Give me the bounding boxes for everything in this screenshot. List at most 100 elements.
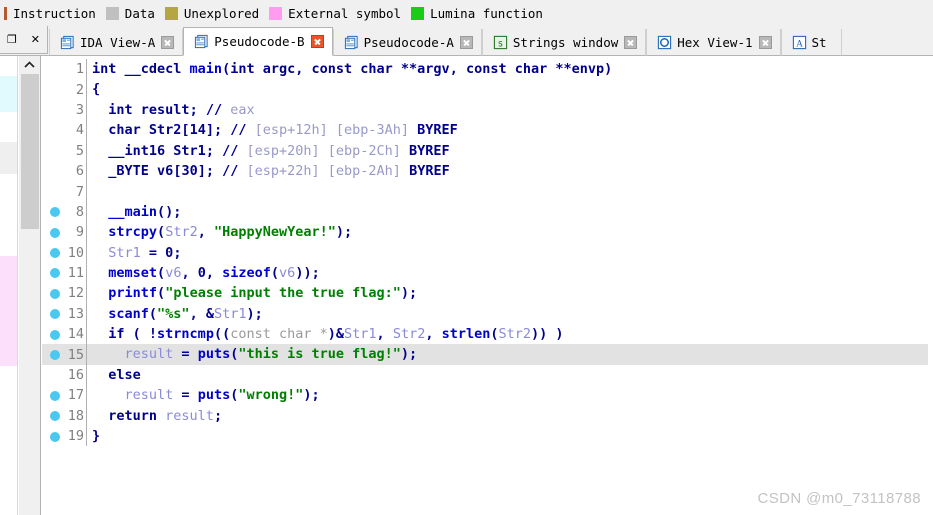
navigator-color-strip[interactable] (0, 56, 18, 515)
tab-pseudocode-b[interactable]: Pseudocode-B (183, 27, 333, 56)
code-line[interactable]: 18 return result; (42, 405, 933, 427)
close-window-button[interactable]: ✕ (31, 34, 40, 45)
close-icon[interactable] (459, 35, 473, 49)
vertical-scrollbar[interactable] (19, 56, 41, 515)
close-icon[interactable] (624, 35, 638, 49)
code-line-list: 1 int __cdecl main(int argc, const char *… (42, 59, 933, 447)
code-line[interactable]: 15 result = puts("this is true flag!"); (42, 344, 928, 365)
code-text: _BYTE v6[30]; // [esp+22h] [ebp-2Ah] BYR… (87, 161, 449, 181)
code-token: , (197, 224, 214, 241)
breakpoint-marker-icon[interactable] (50, 329, 60, 340)
code-token: (( (213, 326, 231, 343)
navigator-band (0, 256, 17, 366)
code-token: 0 (197, 264, 206, 281)
breakpoint-marker-icon[interactable] (50, 227, 60, 238)
hex-view-icon (658, 35, 672, 49)
code-token: , (425, 326, 442, 343)
breakpoint-marker-icon[interactable] (50, 288, 60, 299)
code-line[interactable]: 8 __main(); (42, 201, 933, 223)
chevron-up-icon (24, 61, 35, 68)
legend-entry: External symbol (269, 6, 401, 21)
code-line[interactable]: 9 strcpy(Str2, "HappyNewYear!"); (42, 222, 933, 243)
code-token: )); (295, 264, 320, 281)
code-token: // (230, 122, 255, 139)
restore-window-button[interactable]: ❐ (7, 34, 17, 45)
code-token: __main (108, 203, 158, 220)
tab-pseudocode-a[interactable]: Pseudocode-A (332, 29, 482, 56)
pseudocode-pane[interactable]: 1 int __cdecl main(int argc, const char *… (42, 56, 933, 515)
legend-swatch-instruction (4, 6, 7, 20)
structures-icon: A (792, 35, 806, 49)
code-line[interactable]: 7 (42, 181, 933, 202)
tab-strings-window[interactable]: s Strings window (481, 29, 647, 56)
code-line[interactable]: 14 if ( !strncmp((const char *)&Str1, St… (42, 324, 933, 345)
code-token: , (205, 264, 223, 281)
code-token: ); (335, 224, 353, 241)
code-line[interactable]: 2{ (42, 79, 933, 100)
line-number: 14 (67, 326, 84, 343)
scroll-up-button[interactable] (19, 56, 40, 73)
close-icon-active-tab[interactable] (310, 35, 324, 48)
line-number: 7 (75, 183, 84, 200)
code-token: ; (205, 142, 223, 159)
code-token: memset (108, 264, 158, 281)
close-icon[interactable] (758, 35, 772, 49)
navigator-band (0, 112, 17, 142)
code-line[interactable]: 12 printf("please input the true flag:")… (42, 283, 933, 304)
tab-st[interactable]: A St (780, 29, 842, 56)
tab-ida-view-a[interactable]: IDA View-A (49, 29, 184, 56)
code-token: const char (311, 61, 401, 77)
code-line[interactable]: 17 result = puts("wrong!"); (42, 385, 933, 406)
code-line[interactable]: 13 scanf("%s", &Str1); (42, 303, 933, 325)
line-number: 8 (75, 203, 84, 220)
code-line[interactable]: 4 char Str2[14]; // [esp+12h] [ebp-3Ah] … (42, 120, 933, 141)
legend-label: Unexplored (183, 5, 260, 21)
code-token: )& (327, 326, 345, 343)
code-line[interactable]: 3 int result; // eax (42, 99, 933, 121)
line-number: 6 (75, 163, 84, 180)
code-token: Str1 (108, 244, 141, 261)
code-token: 14 (189, 122, 206, 139)
close-icon[interactable] (161, 35, 175, 49)
code-token: ; (189, 101, 206, 118)
line-number: 5 (75, 142, 84, 159)
breakpoint-marker-icon[interactable] (50, 390, 60, 401)
breakpoint-marker-icon[interactable] (50, 349, 60, 360)
code-token: int (92, 61, 125, 77)
code-line[interactable]: 1 int __cdecl main(int argc, const char *… (42, 59, 933, 80)
line-number: 11 (67, 265, 84, 282)
code-token: Str2 (498, 326, 532, 343)
breakpoint-marker-icon[interactable] (50, 248, 60, 259)
code-token: ]; (205, 122, 231, 139)
line-number: 1 (75, 61, 84, 78)
tab-label: Pseudocode-B (214, 34, 305, 49)
code-line[interactable]: 5 __int16 Str1; // [esp+20h] [ebp-2Ch] B… (42, 140, 933, 161)
code-token: // (222, 142, 247, 159)
code-token: [esp+22h] [ebp-2Ah] (246, 162, 410, 179)
code-line[interactable]: 6 _BYTE v6[30]; // [esp+22h] [ebp-2Ah] B… (42, 160, 933, 182)
scrollbar-thumb[interactable] (21, 74, 39, 229)
code-text: __main(); (87, 202, 181, 222)
code-line[interactable]: 19} (42, 426, 933, 447)
code-line[interactable]: 16 else (42, 364, 933, 386)
tab-list: IDA View-A Pseudocode-B Pseudocode-A s Strin… (49, 26, 842, 56)
code-line[interactable]: 10 Str1 = 0; (42, 242, 933, 263)
svg-text:s: s (498, 38, 504, 49)
code-text: } (87, 426, 100, 446)
line-number: 16 (67, 367, 84, 384)
code-token: ); (400, 285, 418, 302)
breakpoint-marker-icon[interactable] (50, 431, 60, 442)
tab-hex-view-1[interactable]: Hex View-1 (646, 29, 781, 56)
code-token: printf (108, 285, 158, 302)
code-text: if ( !strncmp((const char *)&Str1, Str2,… (87, 324, 563, 344)
code-token: , (376, 326, 393, 343)
code-token: ); (400, 346, 418, 363)
code-token: __int16 (108, 142, 174, 159)
code-line[interactable]: 11 memset(v6, 0, sizeof(v6)); (42, 262, 933, 284)
code-token: ( (490, 326, 499, 343)
